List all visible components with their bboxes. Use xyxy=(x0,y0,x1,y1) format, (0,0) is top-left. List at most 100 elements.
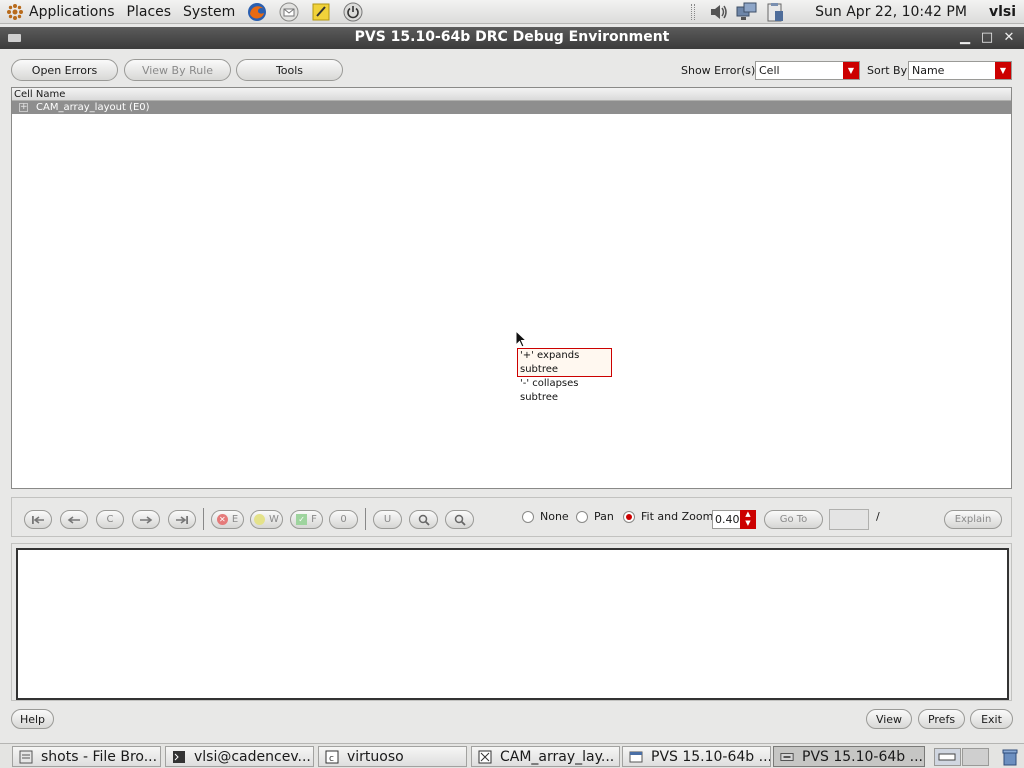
file-browser-icon xyxy=(19,750,33,764)
tree-row-label: CAM_array_layout (E0) xyxy=(36,102,150,113)
sort-by-select[interactable]: Name ▼ xyxy=(908,61,1012,80)
panel-user[interactable]: vlsi xyxy=(989,4,1024,20)
next-error-button[interactable] xyxy=(132,510,160,529)
previous-error-button[interactable] xyxy=(60,510,88,529)
panel-clock[interactable]: Sun Apr 22, 10:42 PM xyxy=(789,4,989,20)
zoom-out-button[interactable] xyxy=(445,510,474,529)
go-to-label: Go To xyxy=(779,514,808,525)
zoom-spinner[interactable]: ▲ ▼ xyxy=(740,510,756,529)
firefox-launcher-icon[interactable] xyxy=(246,1,268,23)
taskbar-item-pvs-2[interactable]: PVS 15.10-64b ... xyxy=(773,746,925,767)
current-error-button[interactable]: C xyxy=(96,510,124,529)
notes-launcher-icon[interactable] xyxy=(310,1,332,23)
exit-button[interactable]: Exit xyxy=(970,709,1013,729)
workspace-1[interactable] xyxy=(934,748,961,766)
prefs-button[interactable]: Prefs xyxy=(918,709,965,729)
system-menu[interactable]: System xyxy=(177,0,241,24)
first-error-button[interactable] xyxy=(24,510,52,529)
taskbar: shots - File Bro... vlsi@cadencev... c v… xyxy=(0,743,1024,768)
taskbar-item-label: CAM_array_lay... xyxy=(500,748,615,765)
mode-pan-radio[interactable] xyxy=(576,511,588,523)
svg-text:c: c xyxy=(329,754,334,764)
gnome-foot-icon xyxy=(6,3,24,21)
undo-button[interactable]: U xyxy=(373,510,402,529)
taskbar-item-label: shots - File Bro... xyxy=(41,748,158,765)
show-fixed-toggle[interactable]: ✓ F xyxy=(290,510,323,529)
maximize-icon[interactable]: □ xyxy=(978,29,996,47)
taskbar-item-terminal[interactable]: vlsi@cadencev... xyxy=(165,746,314,767)
spin-down-icon[interactable]: ▼ xyxy=(740,519,756,528)
show-errors-value: Cell xyxy=(759,64,780,77)
places-menu[interactable]: Places xyxy=(121,0,178,24)
show-errors-select[interactable]: Cell ▼ xyxy=(755,61,860,80)
applications-menu[interactable]: Applications xyxy=(0,0,121,24)
mode-fit-zoom-radio[interactable] xyxy=(623,511,635,523)
close-icon[interactable]: ✕ xyxy=(1000,29,1018,47)
show-warnings-toggle[interactable]: W xyxy=(250,510,283,529)
error-index-input[interactable] xyxy=(829,509,869,530)
sort-by-label: Sort By xyxy=(867,64,908,77)
window-icon xyxy=(780,750,794,764)
explain-button[interactable]: Explain xyxy=(944,510,1002,529)
tree-tooltip: '+' expands subtree '-' collapses subtre… xyxy=(517,348,612,403)
toolbar-separator xyxy=(203,508,204,530)
navigation-bar: C ✕ E W ✓ F 0 U None Pan Fit and Zoom 0.… xyxy=(11,497,1012,537)
tooltip-line-expand: '+' expands subtree xyxy=(520,350,580,375)
help-button[interactable]: Help xyxy=(11,709,54,729)
places-menu-label: Places xyxy=(126,3,172,20)
cell-tree[interactable]: Cell Name + CAM_array_layout (E0) xyxy=(11,87,1012,489)
system-menu-label: System xyxy=(183,3,236,20)
taskbar-item-pvs-1[interactable]: PVS 15.10-64b ... xyxy=(622,746,771,767)
tree-row[interactable]: + CAM_array_layout (E0) xyxy=(12,101,1011,114)
taskbar-item-virtuoso[interactable]: c virtuoso xyxy=(318,746,467,767)
zero-toggle-label: 0 xyxy=(340,514,347,525)
show-errors-label: Show Error(s) xyxy=(681,64,756,77)
workspace-2[interactable] xyxy=(962,748,989,766)
toolbar-separator xyxy=(365,508,366,530)
zero-toggle[interactable]: 0 xyxy=(329,510,358,529)
taskbar-item-layout[interactable]: CAM_array_lay... xyxy=(471,746,620,767)
volume-icon[interactable] xyxy=(708,2,730,22)
shutdown-launcher-icon[interactable] xyxy=(342,1,364,23)
virtuoso-icon: c xyxy=(325,750,339,764)
taskbar-item-file-browser[interactable]: shots - File Bro... xyxy=(12,746,161,767)
last-error-button[interactable] xyxy=(168,510,196,529)
page-separator: / xyxy=(876,510,880,523)
panel-handle xyxy=(691,3,696,20)
spin-up-icon[interactable]: ▲ xyxy=(740,510,756,519)
chevron-down-icon[interactable]: ▼ xyxy=(995,62,1011,79)
tooltip-line-collapse: '-' collapses subtree xyxy=(520,378,579,403)
view-by-rule-button[interactable]: View By Rule xyxy=(124,59,231,81)
checkmark-icon: ✓ xyxy=(296,514,308,525)
warnings-toggle-label: W xyxy=(269,514,279,525)
error-detail-textarea[interactable] xyxy=(16,548,1009,700)
cell-name-column-header[interactable]: Cell Name xyxy=(12,88,1011,101)
tools-button[interactable]: Tools xyxy=(236,59,343,81)
error-icon: ✕ xyxy=(216,514,228,525)
go-to-button[interactable]: Go To xyxy=(764,510,823,529)
taskbar-item-label: PVS 15.10-64b ... xyxy=(802,748,923,765)
previous-icon xyxy=(67,515,80,524)
expand-subtree-icon[interactable]: + xyxy=(19,103,28,112)
minimize-icon[interactable]: ▁ xyxy=(956,29,974,47)
current-label: C xyxy=(106,514,114,525)
explain-label: Explain xyxy=(954,514,992,525)
zoom-in-button[interactable] xyxy=(409,510,438,529)
mouse-cursor-icon xyxy=(515,330,527,348)
mail-launcher-icon[interactable] xyxy=(278,1,300,23)
chevron-down-icon[interactable]: ▼ xyxy=(843,62,859,79)
top-panel: Applications Places System Sun Apr 22, 1… xyxy=(0,0,1024,24)
trash-icon[interactable] xyxy=(1000,748,1020,766)
show-errors-toggle[interactable]: ✕ E xyxy=(211,510,244,529)
taskbar-item-label: PVS 15.10-64b ... xyxy=(651,748,771,765)
mode-none-radio[interactable] xyxy=(522,511,534,523)
window-title: PVS 15.10-64b DRC Debug Environment xyxy=(354,29,670,45)
view-button[interactable]: View xyxy=(866,709,912,729)
first-icon xyxy=(32,515,44,524)
window-title-bar[interactable]: PVS 15.10-64b DRC Debug Environment ▁ □ … xyxy=(0,27,1024,49)
network-icon[interactable] xyxy=(736,2,758,22)
clipboard-icon[interactable] xyxy=(764,2,786,22)
zoom-factor-input[interactable]: 0.40 xyxy=(712,510,742,529)
magnifier-icon xyxy=(418,514,430,526)
open-errors-button[interactable]: Open Errors xyxy=(11,59,118,81)
